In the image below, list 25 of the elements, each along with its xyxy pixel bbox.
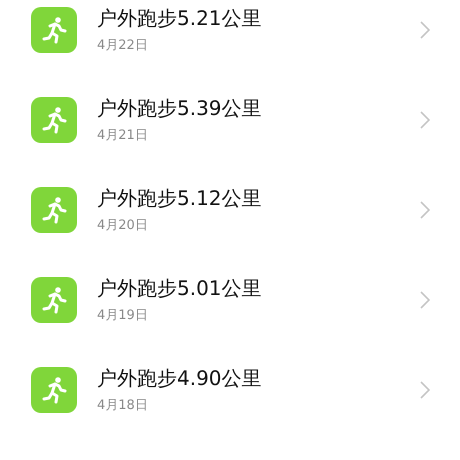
running-icon bbox=[31, 367, 77, 413]
running-icon bbox=[31, 277, 77, 323]
running-icon bbox=[31, 97, 77, 143]
running-icon bbox=[31, 7, 77, 53]
record-title: 户外跑步5.21公里 bbox=[97, 5, 263, 31]
record-title: 户外跑步5.39公里 bbox=[97, 95, 263, 121]
record-date: 4月20日 bbox=[97, 217, 149, 235]
record-date: 4月18日 bbox=[97, 397, 149, 415]
chevron-right-icon bbox=[420, 21, 430, 39]
running-icon bbox=[31, 187, 77, 233]
record-title: 户外跑步5.12公里 bbox=[97, 185, 263, 211]
record-row[interactable]: 户外跑步4.90公里 4月18日 bbox=[0, 345, 460, 435]
record-date: 4月21日 bbox=[97, 127, 149, 145]
record-date: 4月22日 bbox=[97, 37, 149, 55]
chevron-right-icon bbox=[420, 381, 430, 399]
chevron-right-icon bbox=[420, 291, 430, 309]
chevron-right-icon bbox=[420, 111, 430, 129]
record-row[interactable]: 户外跑步5.01公里 4月19日 bbox=[0, 255, 460, 345]
record-title: 户外跑步5.01公里 bbox=[97, 275, 263, 301]
record-title: 户外跑步4.90公里 bbox=[97, 365, 263, 391]
record-row[interactable]: 户外跑步5.12公里 4月20日 bbox=[0, 165, 460, 255]
chevron-right-icon bbox=[420, 201, 430, 219]
record-row[interactable]: 户外跑步5.39公里 4月21日 bbox=[0, 75, 460, 165]
record-row[interactable]: 户外跑步5.21公里 4月22日 bbox=[0, 0, 460, 75]
record-date: 4月19日 bbox=[97, 307, 149, 325]
